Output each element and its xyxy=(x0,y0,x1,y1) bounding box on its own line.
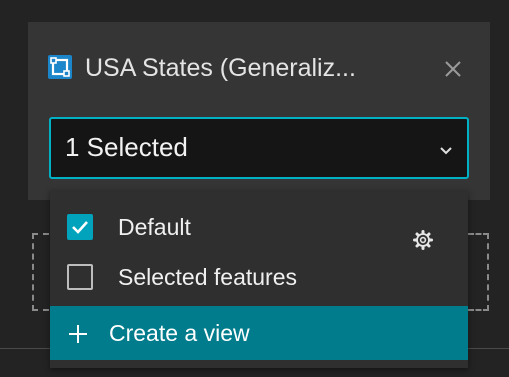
view-dropdown-menu: Default Selected features Create a view xyxy=(50,190,468,368)
default-checkbox[interactable] xyxy=(67,214,93,240)
panel-title: USA States (Generaliz... xyxy=(85,54,356,82)
option-label: Default xyxy=(118,214,191,240)
create-view-label: Create a view xyxy=(109,320,250,346)
chevron-down-icon xyxy=(439,143,453,155)
close-icon[interactable] xyxy=(441,57,465,81)
view-select[interactable]: 1 Selected xyxy=(49,117,469,179)
option-selected-features[interactable]: Selected features xyxy=(50,250,468,306)
select-value: 1 Selected xyxy=(65,132,188,162)
option-default[interactable]: Default xyxy=(50,200,468,256)
dashed-outline-left xyxy=(32,233,49,311)
create-view-button[interactable]: Create a view xyxy=(50,306,468,360)
selected-features-checkbox[interactable] xyxy=(67,264,93,290)
plus-icon xyxy=(67,323,89,345)
layer-selection-icon xyxy=(48,55,72,79)
option-label: Selected features xyxy=(118,264,298,290)
gear-icon[interactable] xyxy=(412,229,434,251)
dashed-outline-right xyxy=(468,233,489,311)
